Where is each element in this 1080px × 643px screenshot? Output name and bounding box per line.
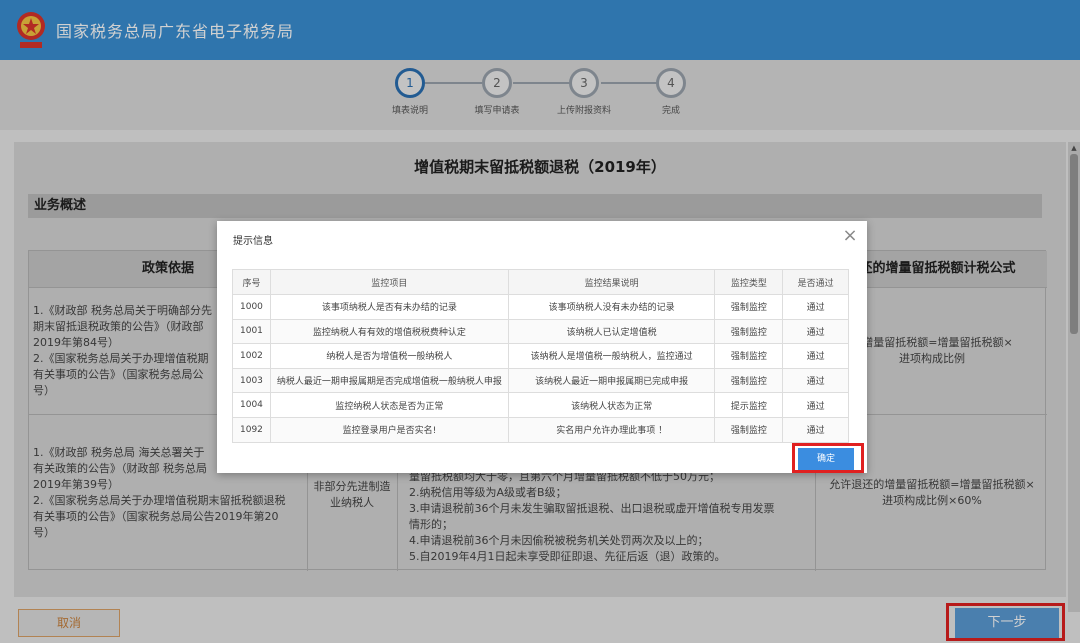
- table-cell: 通过: [782, 294, 849, 320]
- table-cell: 监控纳税人有有效的增值税税费种认定: [269, 318, 509, 345]
- table-cell: 1002: [232, 343, 271, 369]
- table-cell: 纳税人是否为增值税一般纳税人: [269, 343, 509, 369]
- close-icon[interactable]: ×: [841, 227, 859, 245]
- table-cell: 1000: [232, 294, 271, 320]
- table-cell: 该纳税人是增值税一般纳税人，监控通过: [507, 343, 716, 369]
- table-cell: 强制监控: [714, 318, 784, 345]
- table-cell: 1004: [232, 392, 271, 418]
- table-row: 1002 纳税人是否为增值税一般纳税人 该纳税人是增值税一般纳税人，监控通过 强…: [232, 343, 849, 369]
- column-header: 监控项目: [269, 269, 509, 295]
- table-cell: 强制监控: [714, 367, 784, 394]
- monitor-table: 序号 监控项目 监控结果说明 监控类型 是否通过 1000 该事项纳税人是否有未…: [232, 269, 849, 443]
- table-cell: 该纳税人状态为正常: [507, 392, 716, 418]
- column-header: 是否通过: [782, 269, 849, 295]
- table-cell: 该纳税人已认定增值税: [507, 318, 716, 345]
- table-row: 1000 该事项纳税人是否有未办结的记录 该事项纳税人没有未办结的记录 强制监控…: [232, 294, 849, 320]
- table-header-row: 序号 监控项目 监控结果说明 监控类型 是否通过: [232, 269, 849, 295]
- table-cell: 通过: [782, 392, 849, 418]
- table-cell: 通过: [782, 318, 849, 345]
- info-dialog: 提示信息 × 序号 监控项目 监控结果说明 监控类型 是否通过 1000 该事项…: [217, 221, 867, 473]
- table-cell: 1003: [232, 367, 271, 394]
- table-row: 1001 监控纳税人有有效的增值税税费种认定 该纳税人已认定增值税 强制监控 通…: [232, 318, 849, 345]
- table-cell: 通过: [782, 367, 849, 394]
- column-header: 序号: [232, 269, 271, 295]
- table-cell: 强制监控: [714, 343, 784, 369]
- table-cell: 通过: [782, 343, 849, 369]
- table-cell: 纳税人最近一期申报属期是否完成增值税一般纳税人申报: [269, 367, 509, 394]
- table-cell: 监控纳税人状态是否为正常: [269, 392, 509, 418]
- column-header: 监控结果说明: [507, 269, 716, 295]
- table-cell: 强制监控: [714, 416, 784, 443]
- table-cell: 1092: [232, 416, 271, 443]
- table-cell: 该事项纳税人没有未办结的记录: [507, 294, 716, 320]
- table-row: 1092 监控登录用户是否实名! 实名用户允许办理此事项 ！ 强制监控 通过: [232, 416, 849, 443]
- dialog-title: 提示信息: [233, 236, 273, 247]
- table-cell: 1001: [232, 318, 271, 345]
- table-cell: 强制监控: [714, 294, 784, 320]
- table-row: 1004 监控纳税人状态是否为正常 该纳税人状态为正常 提示监控 通过: [232, 392, 849, 418]
- table-cell: 该纳税人最近一期申报属期已完成申报: [507, 367, 716, 394]
- table-cell: 提示监控: [714, 392, 784, 418]
- highlight-box: [792, 443, 864, 473]
- column-header: 监控类型: [714, 269, 784, 295]
- table-cell: 通过: [782, 416, 849, 443]
- table-cell: 实名用户允许办理此事项 ！: [507, 416, 716, 443]
- table-cell: 监控登录用户是否实名!: [269, 416, 509, 443]
- table-cell: 该事项纳税人是否有未办结的记录: [269, 294, 509, 320]
- table-row: 1003 纳税人最近一期申报属期是否完成增值税一般纳税人申报 该纳税人最近一期申…: [232, 367, 849, 394]
